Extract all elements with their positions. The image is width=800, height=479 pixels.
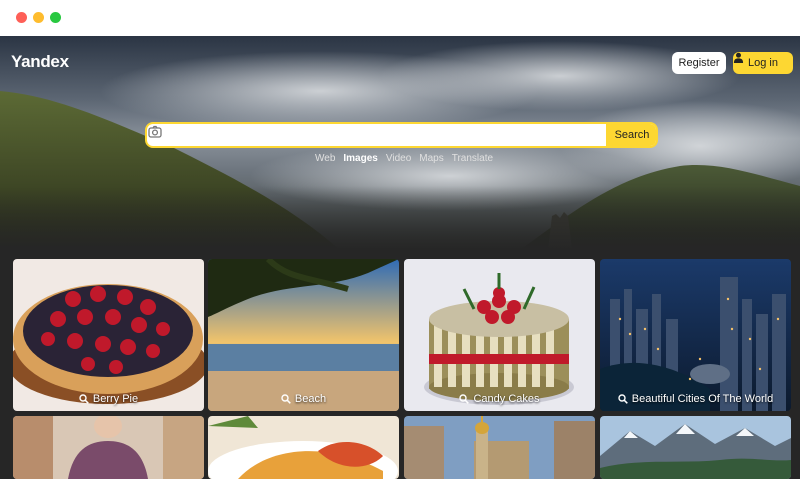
- gallery-tile-6[interactable]: [208, 416, 399, 479]
- login-button[interactable]: Log in: [733, 52, 793, 74]
- search-icon: [618, 394, 628, 404]
- tile-label: Beach: [294, 393, 327, 405]
- tile-caption: Beautiful Cities Of The World: [600, 393, 791, 405]
- mountain-image: [600, 416, 791, 479]
- gallery-tile-beautiful-cities[interactable]: Beautiful Cities Of The World: [600, 259, 791, 411]
- gallery-tile-berry-pie[interactable]: Berry Pie: [13, 259, 204, 411]
- service-translate-link[interactable]: Translate: [452, 153, 493, 164]
- service-web-link[interactable]: Web: [315, 153, 335, 164]
- tile-label: Berry Pie: [92, 393, 139, 405]
- beach-image: [208, 259, 399, 411]
- person-sweater-image: [13, 416, 204, 479]
- service-video-link[interactable]: Video: [386, 153, 411, 164]
- city-image: [600, 259, 791, 411]
- tile-label: Candy Cakes: [473, 393, 540, 405]
- search-icon: [459, 394, 470, 404]
- user-icon: [733, 52, 744, 63]
- minimize-window-button[interactable]: [33, 12, 44, 23]
- hero-banner: Yandex Register Log in Search Web Images…: [0, 36, 800, 250]
- service-images-link[interactable]: Images: [343, 153, 377, 164]
- login-label: Log in: [748, 57, 778, 69]
- search-icon: [281, 394, 291, 404]
- service-maps-link[interactable]: Maps: [419, 153, 443, 164]
- search-input[interactable]: [147, 124, 585, 146]
- food-dish-image: [208, 416, 399, 479]
- page: Yandex Register Log in Search Web Images…: [0, 36, 800, 479]
- search-bar: Search: [145, 122, 658, 148]
- tile-caption: Berry Pie: [13, 393, 204, 405]
- yandex-logo[interactable]: Yandex: [11, 52, 69, 72]
- berry-pie-image: [13, 259, 204, 411]
- tile-label: Beautiful Cities Of The World: [631, 393, 774, 405]
- tile-caption: Candy Cakes: [404, 393, 595, 405]
- services-nav: Web Images Video Maps Translate: [315, 153, 493, 164]
- close-window-button[interactable]: [16, 12, 27, 23]
- camera-icon[interactable]: [147, 124, 163, 140]
- search-button[interactable]: Search: [606, 124, 656, 146]
- tile-caption: Beach: [208, 393, 399, 405]
- maximize-window-button[interactable]: [50, 12, 61, 23]
- window-titlebar: [0, 0, 800, 36]
- candy-cake-image: [404, 259, 595, 411]
- search-icon: [79, 394, 89, 404]
- gallery-tile-7[interactable]: [404, 416, 595, 479]
- gallery-tile-beach[interactable]: Beach: [208, 259, 399, 411]
- gallery-tile-5[interactable]: [13, 416, 204, 479]
- register-button[interactable]: Register: [672, 52, 726, 74]
- gallery-tile-candy-cakes[interactable]: Candy Cakes: [404, 259, 595, 411]
- church-tower-image: [404, 416, 595, 479]
- gallery-tile-8[interactable]: [600, 416, 791, 479]
